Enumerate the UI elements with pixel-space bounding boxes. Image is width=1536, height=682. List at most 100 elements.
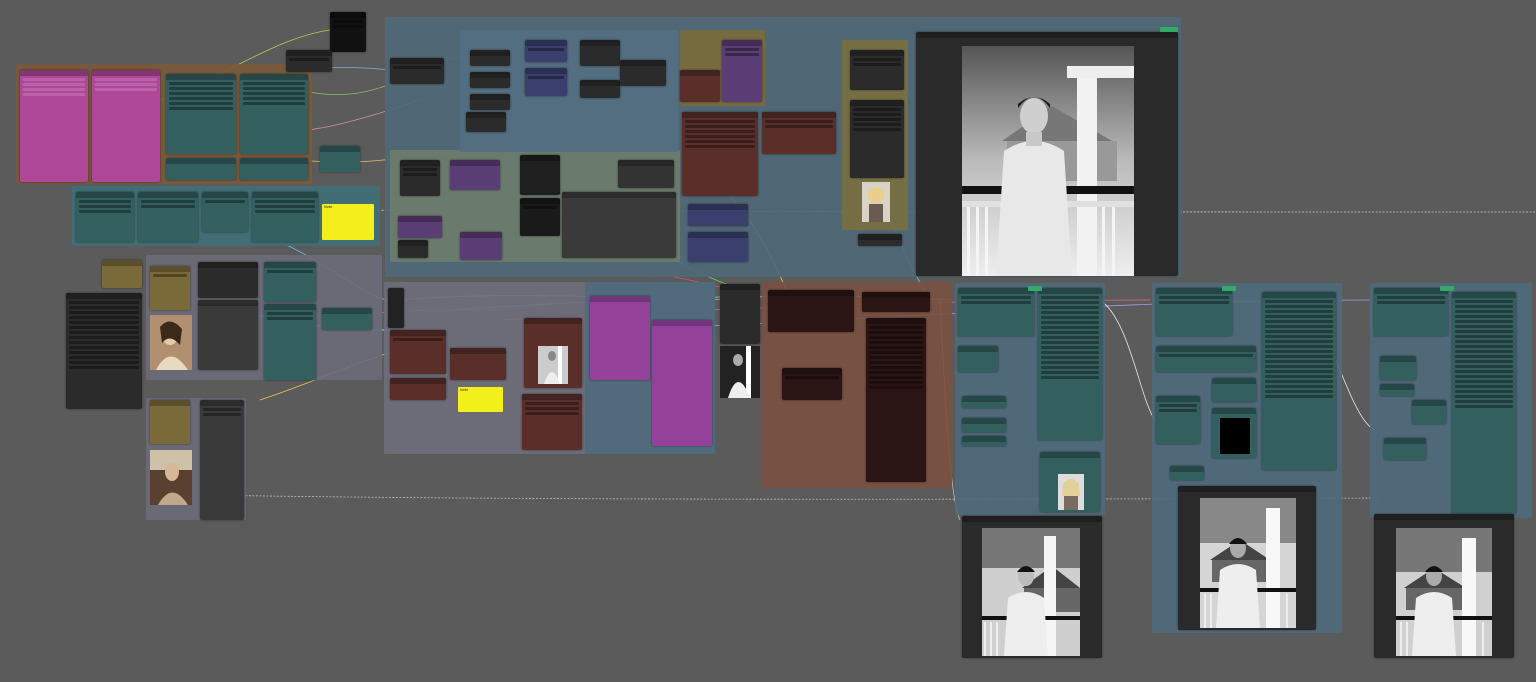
widget[interactable] bbox=[267, 270, 313, 273]
widget[interactable] bbox=[1265, 310, 1333, 313]
loader-node[interactable] bbox=[850, 100, 904, 178]
navy-node[interactable] bbox=[688, 204, 748, 226]
brown-node[interactable] bbox=[522, 394, 582, 450]
olive-node[interactable] bbox=[150, 266, 190, 310]
widget[interactable] bbox=[685, 140, 755, 143]
widget[interactable] bbox=[1159, 354, 1253, 357]
widget[interactable] bbox=[765, 125, 833, 128]
teal-node[interactable] bbox=[962, 436, 1006, 446]
dark-node[interactable] bbox=[398, 240, 428, 258]
widget[interactable] bbox=[1159, 301, 1229, 304]
widget[interactable] bbox=[1265, 375, 1333, 378]
teal-node[interactable] bbox=[1156, 346, 1256, 372]
teal-node[interactable] bbox=[138, 192, 198, 242]
dark-node[interactable] bbox=[520, 198, 560, 236]
widget[interactable] bbox=[267, 312, 313, 315]
widget[interactable] bbox=[243, 97, 305, 100]
brown-node[interactable] bbox=[680, 70, 720, 102]
navy-node[interactable] bbox=[688, 232, 748, 262]
widget[interactable] bbox=[1265, 330, 1333, 333]
widget[interactable] bbox=[869, 346, 923, 349]
widget[interactable] bbox=[1455, 365, 1513, 368]
widget[interactable] bbox=[1159, 296, 1229, 299]
widget[interactable] bbox=[255, 205, 315, 208]
teal-column-node[interactable] bbox=[1038, 288, 1102, 440]
brown-node[interactable] bbox=[762, 112, 836, 154]
widget[interactable] bbox=[1377, 296, 1445, 299]
widget[interactable] bbox=[853, 63, 901, 66]
widget[interactable] bbox=[1041, 371, 1099, 374]
widget[interactable] bbox=[1265, 300, 1333, 303]
widget[interactable] bbox=[1041, 366, 1099, 369]
teal-node[interactable] bbox=[264, 304, 316, 380]
widget[interactable] bbox=[69, 321, 139, 324]
dark-node[interactable] bbox=[200, 400, 244, 520]
widget[interactable] bbox=[1265, 365, 1333, 368]
widget[interactable] bbox=[1455, 330, 1513, 333]
widget[interactable] bbox=[393, 66, 441, 69]
widget[interactable] bbox=[69, 306, 139, 309]
widget[interactable] bbox=[1041, 346, 1099, 349]
widget[interactable] bbox=[1455, 325, 1513, 328]
widget[interactable] bbox=[1041, 321, 1099, 324]
widget[interactable] bbox=[869, 331, 923, 334]
navy-node[interactable] bbox=[525, 68, 567, 96]
widget[interactable] bbox=[1041, 301, 1099, 304]
widget[interactable] bbox=[1265, 350, 1333, 353]
teal-column-node[interactable] bbox=[1262, 292, 1336, 470]
widget[interactable] bbox=[69, 361, 139, 364]
widget[interactable] bbox=[1455, 390, 1513, 393]
widget[interactable] bbox=[255, 200, 315, 203]
dark-node[interactable] bbox=[720, 284, 760, 344]
widget[interactable] bbox=[243, 102, 305, 105]
loader-node[interactable] bbox=[858, 234, 902, 246]
teal-node[interactable] bbox=[962, 396, 1006, 408]
widget[interactable] bbox=[869, 351, 923, 354]
widget[interactable] bbox=[393, 338, 443, 341]
dark-node[interactable] bbox=[520, 155, 560, 195]
widget[interactable] bbox=[869, 386, 923, 389]
widget[interactable] bbox=[1455, 405, 1513, 408]
widget[interactable] bbox=[403, 168, 437, 171]
widget[interactable] bbox=[1455, 385, 1513, 388]
widget[interactable] bbox=[961, 301, 1031, 304]
widget[interactable] bbox=[1455, 350, 1513, 353]
widget[interactable] bbox=[1377, 301, 1445, 304]
dark-node[interactable] bbox=[198, 300, 258, 370]
teal-node[interactable] bbox=[1412, 400, 1446, 424]
widget[interactable] bbox=[205, 200, 245, 203]
widget[interactable] bbox=[1265, 370, 1333, 373]
dark-node[interactable] bbox=[618, 160, 674, 188]
yellow-note[interactable]: Note bbox=[458, 387, 503, 412]
text-prompt-node[interactable] bbox=[92, 70, 160, 182]
widget[interactable] bbox=[685, 135, 755, 138]
widget[interactable] bbox=[853, 128, 901, 131]
widget[interactable] bbox=[69, 311, 139, 314]
widget[interactable] bbox=[1041, 341, 1099, 344]
widget[interactable] bbox=[1041, 326, 1099, 329]
loader-node[interactable] bbox=[850, 50, 904, 90]
widget[interactable] bbox=[1041, 306, 1099, 309]
conditioning-node[interactable] bbox=[166, 158, 236, 180]
widget[interactable] bbox=[725, 53, 759, 56]
widget[interactable] bbox=[169, 102, 233, 105]
widget[interactable] bbox=[69, 336, 139, 339]
brown-node[interactable] bbox=[390, 330, 446, 374]
widget[interactable] bbox=[869, 336, 923, 339]
teal-node[interactable] bbox=[1380, 356, 1416, 380]
widget[interactable] bbox=[1455, 400, 1513, 403]
widget[interactable] bbox=[243, 87, 305, 90]
widget[interactable] bbox=[69, 346, 139, 349]
widget[interactable] bbox=[525, 402, 579, 405]
widget[interactable] bbox=[785, 376, 839, 379]
widget[interactable] bbox=[141, 200, 195, 203]
node[interactable] bbox=[470, 50, 510, 66]
widget[interactable] bbox=[153, 274, 187, 277]
teal-node[interactable] bbox=[1156, 288, 1232, 336]
widget[interactable] bbox=[1041, 296, 1099, 299]
dark-node[interactable] bbox=[580, 80, 620, 98]
widget[interactable] bbox=[1265, 395, 1333, 398]
widget[interactable] bbox=[1265, 345, 1333, 348]
reroute-node[interactable] bbox=[320, 146, 360, 172]
widget[interactable] bbox=[169, 107, 233, 110]
